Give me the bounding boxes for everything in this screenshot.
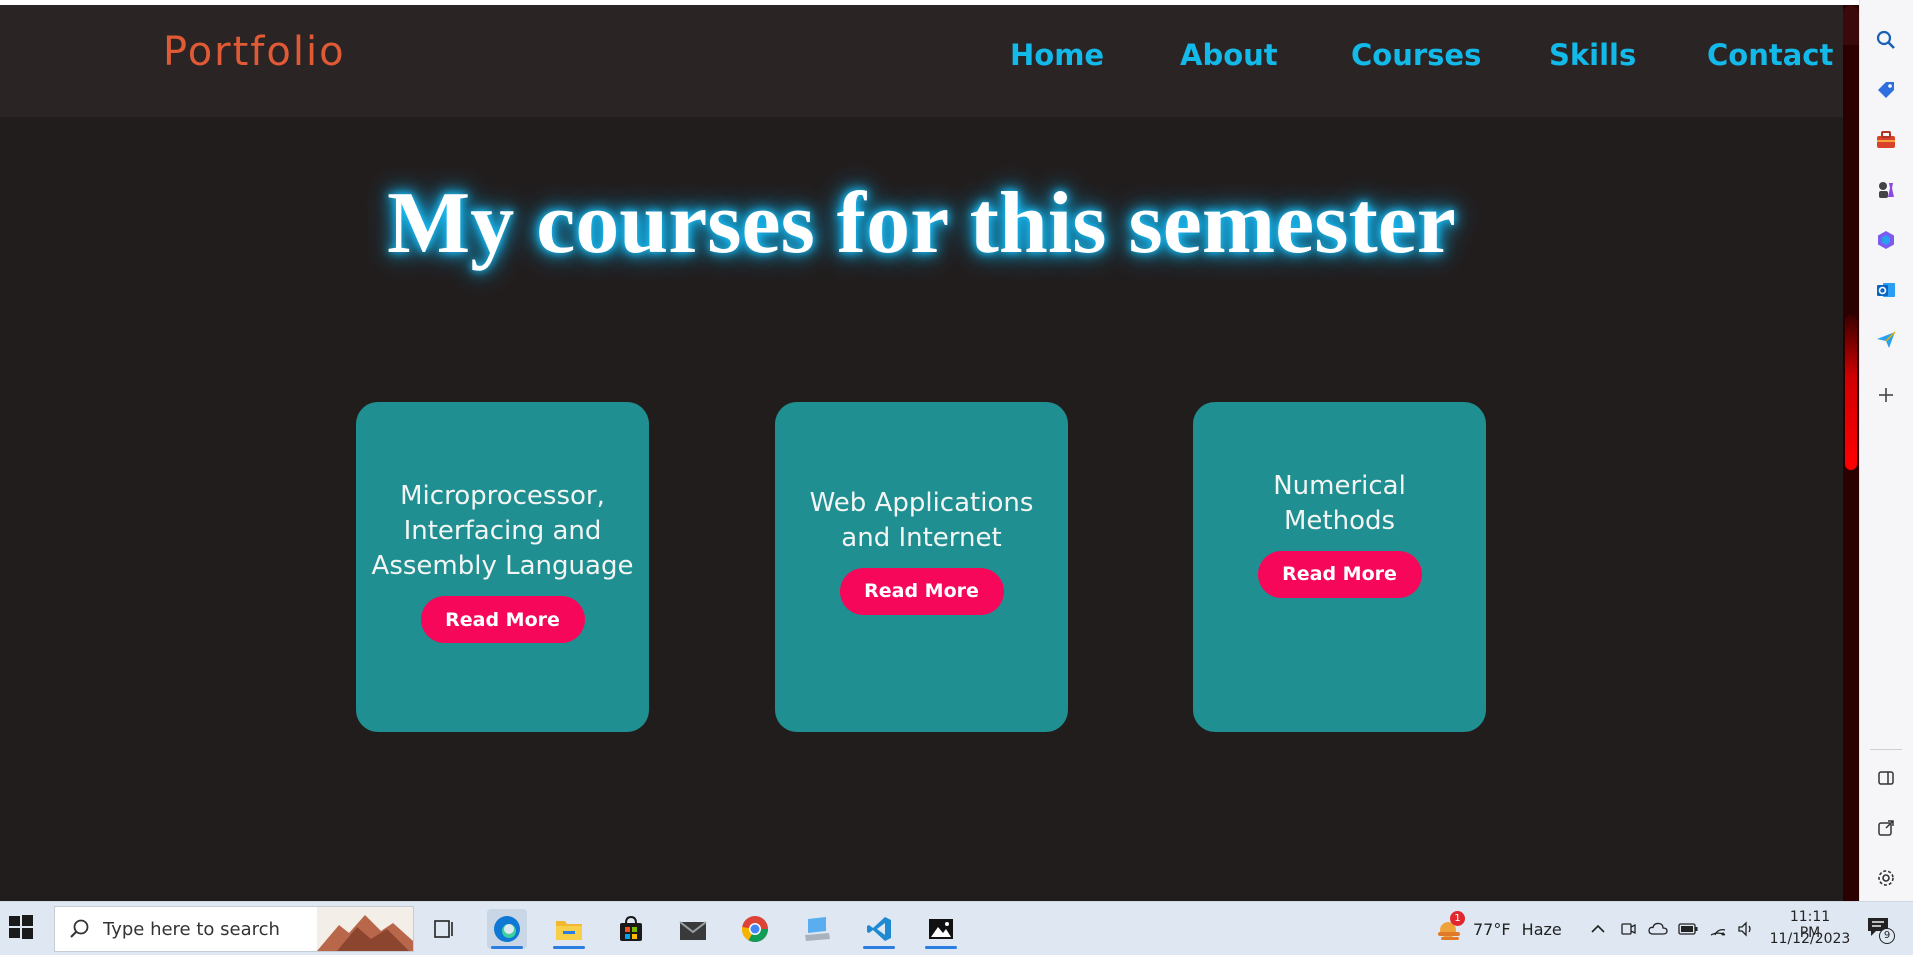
edge-icon[interactable] [487,909,527,949]
weather-icon[interactable]: 1 [1434,911,1465,944]
course-card-title: Web Applications and Internet [809,487,1034,553]
vscode-icon[interactable] [859,909,899,949]
site-brand[interactable]: Portfolio [163,29,346,75]
file-explorer-icon[interactable] [549,909,589,949]
page-scrollbar-thumb[interactable] [1845,315,1857,470]
windows-taskbar: Type here to search 1 77°F Haze 11:11 PM… [0,901,1913,955]
meet-icon[interactable] [1617,919,1639,939]
read-more-button[interactable]: Read More [420,596,585,643]
settings-icon[interactable] [1874,866,1898,890]
page-scrollbar-cap [1843,5,1859,45]
course-card-web-applications: Web Applications and Internet Read More [775,402,1068,732]
photos-icon[interactable] [921,909,961,949]
windows-start-icon[interactable] [8,914,40,944]
wifi-icon[interactable] [1707,919,1729,939]
copilot-icon[interactable] [1874,228,1898,252]
nav-link-home[interactable]: Home [1010,38,1104,72]
mail-icon[interactable] [673,909,713,949]
task-view-icon[interactable] [424,909,464,949]
active-app-indicator [553,946,585,949]
course-card-title: Numerical Methods [1273,470,1406,536]
course-card-microprocessor: Microprocessor, Interfacing and Assembly… [356,402,649,732]
search-icon[interactable] [1874,28,1898,52]
active-app-indicator [863,946,895,949]
active-app-indicator [925,946,957,949]
notification-center-icon[interactable]: 9 [1866,916,1900,944]
battery-icon[interactable] [1677,919,1699,939]
read-more-button[interactable]: Read More [1257,550,1422,598]
active-app-indicator [491,946,523,949]
sidebar-toggle-icon[interactable] [1874,766,1898,790]
plus-icon[interactable] [1874,383,1898,407]
store-icon[interactable] [611,909,651,949]
toolbox-icon[interactable] [1874,128,1898,152]
course-card-numerical-methods: Numerical Methods Read More [1193,402,1486,732]
clock-date[interactable]: 11/12/2023 [1766,931,1854,947]
weather-badge: 1 [1450,911,1465,926]
weather-temperature[interactable]: 77°F Haze [1473,920,1562,939]
chevron-up-icon[interactable] [1587,919,1609,939]
search-highlight-icon [317,907,413,951]
nav-link-about[interactable]: About [1180,38,1278,72]
chess-icon[interactable] [1874,178,1898,202]
onedrive-cloud-icon[interactable] [1647,919,1669,939]
nav-link-skills[interactable]: Skills [1549,38,1636,72]
weather-condition: Haze [1521,920,1562,939]
outlook-icon[interactable] [1874,278,1898,302]
search-icon [69,918,91,944]
course-card-title: Microprocessor, Interfacing and Assembly… [371,481,634,581]
read-more-button[interactable]: Read More [839,567,1004,615]
external-link-icon[interactable] [1874,816,1898,840]
search-placeholder: Type here to search [103,919,280,940]
send-icon[interactable] [1874,328,1898,352]
tag-icon[interactable] [1874,78,1898,102]
site-navbar: Portfolio Home About Courses Skills Cont… [0,5,1843,117]
volume-icon[interactable] [1735,919,1757,939]
nav-link-courses[interactable]: Courses [1351,38,1481,72]
browser-viewport: Portfolio Home About Courses Skills Cont… [0,5,1843,901]
nav-link-contact[interactable]: Contact [1707,38,1833,72]
weather-temp-value: 77°F [1473,920,1511,939]
page-title: My courses for this semester [387,175,1456,272]
taskbar-search-box[interactable]: Type here to search [54,906,414,952]
sidebar-divider [1870,749,1902,750]
notification-count-badge: 9 [1879,928,1895,944]
chrome-icon[interactable] [735,909,775,949]
this-pc-icon[interactable] [797,909,837,949]
